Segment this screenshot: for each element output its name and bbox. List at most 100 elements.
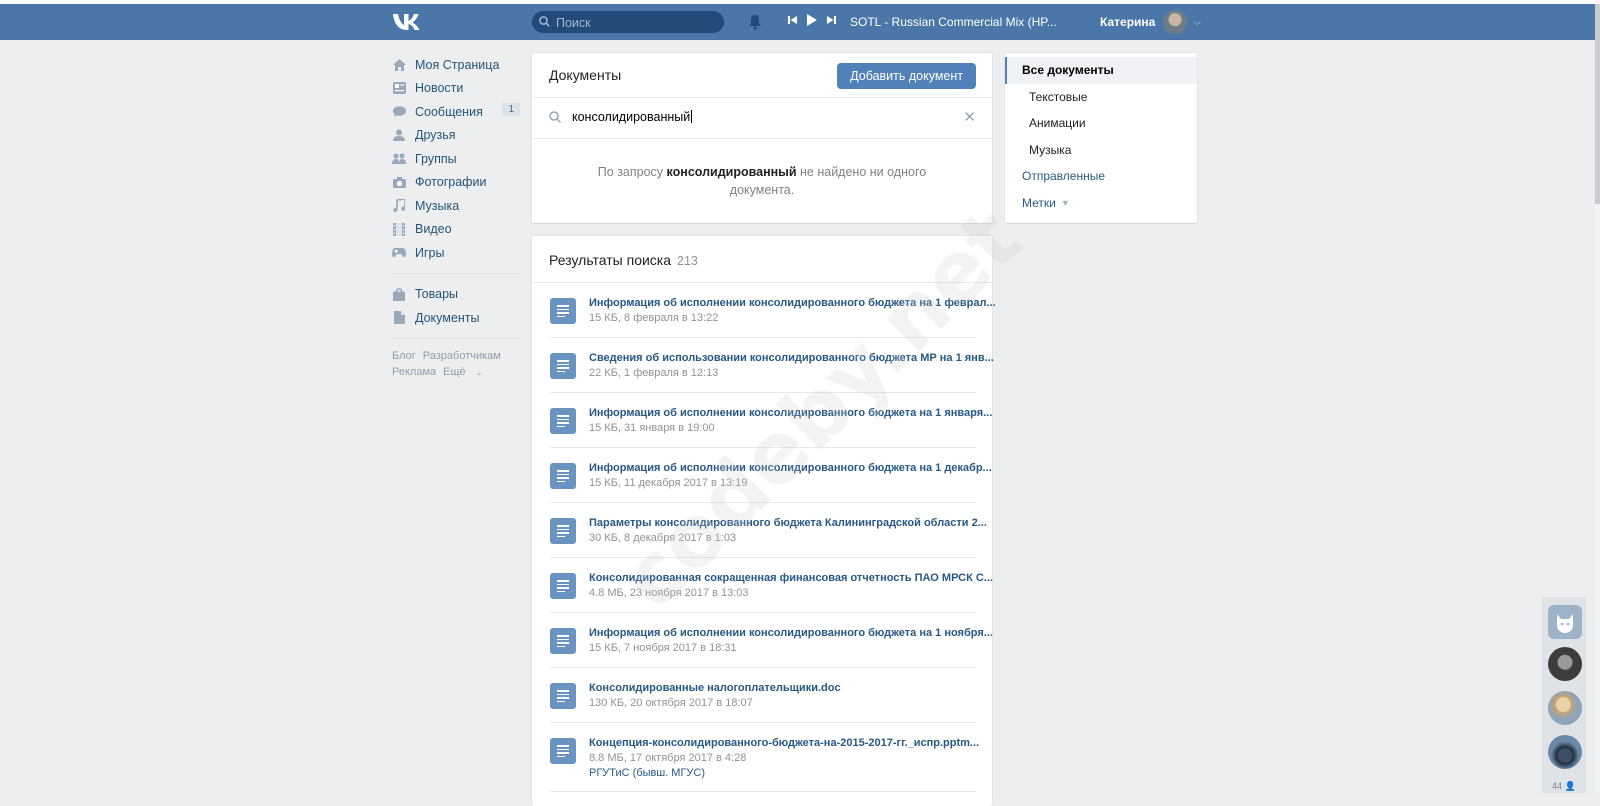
next-track-icon[interactable]	[827, 15, 836, 25]
document-row[interactable]: Информация об исполнении консолидированн…	[550, 448, 992, 503]
document-name[interactable]: Консолидированная сокращенная финансовая…	[589, 572, 993, 584]
document-name[interactable]: Информация об исполнении консолидированн…	[589, 407, 992, 419]
search-icon	[539, 16, 550, 27]
sidebar-item-music[interactable]: Музыка	[392, 194, 520, 218]
results-title-text: Результаты поиска	[549, 252, 672, 268]
filter-all-documents[interactable]: Все документы	[1005, 57, 1197, 84]
user-name: Катерина	[1100, 15, 1156, 29]
chevron-down-icon: ⌵	[1193, 16, 1201, 28]
document-file-icon	[550, 298, 576, 324]
sidebar-divider	[392, 337, 520, 339]
document-name[interactable]: Консолидированные налогоплательщики.doc	[589, 682, 841, 694]
home-icon	[392, 58, 406, 72]
document-file-icon	[550, 353, 576, 379]
no-results-query: консолидированный	[666, 165, 797, 179]
chevron-down-icon: ▼	[1060, 197, 1070, 208]
search-query-field[interactable]: консолидированный	[572, 110, 693, 124]
filter-music[interactable]: Музыка	[1005, 137, 1197, 164]
sidebar-item-label: Группы	[415, 151, 457, 166]
no-results-text: не найдено ни одного	[796, 165, 927, 179]
filter-sent[interactable]: Отправленные	[1005, 163, 1197, 190]
chat-contact-avatar[interactable]	[1548, 647, 1582, 681]
document-meta: 130 КБ, 20 октября 2017 в 18:07	[589, 697, 753, 709]
add-document-button[interactable]: Добавить документ	[837, 63, 976, 89]
friends-icon	[392, 128, 406, 142]
play-icon[interactable]	[807, 14, 817, 26]
sidebar-item-market[interactable]: Товары	[392, 283, 520, 307]
scrollbar-thumb[interactable]	[1595, 4, 1600, 204]
document-row[interactable]: Концепция-консолидированного-бюджета-на-…	[550, 723, 979, 792]
sidebar-item-documents[interactable]: Документы	[392, 306, 520, 330]
filter-tags-label: Метки	[1022, 195, 1056, 210]
top-header: SOTL - Russian Commercial Mix (HP... Кат…	[0, 4, 1595, 40]
groups-icon	[392, 152, 406, 166]
document-file-icon	[550, 573, 576, 599]
sidebar-item-my-page[interactable]: Моя Страница	[392, 53, 520, 77]
document-name[interactable]: Сведения об использовании консолидирован…	[589, 352, 994, 364]
close-icon[interactable]: ✕	[963, 108, 976, 126]
page-title: Документы	[549, 67, 622, 83]
sidebar-item-label: Музыка	[415, 198, 460, 213]
current-track-title[interactable]: SOTL - Russian Commercial Mix (HP...	[850, 15, 1057, 29]
search-input[interactable]	[554, 14, 718, 32]
sidebar-item-news[interactable]: Новости	[392, 77, 520, 101]
chat-contact-avatar[interactable]	[1548, 735, 1582, 769]
documents-header: Документы Добавить документ	[532, 53, 992, 98]
sidebar-item-label: Фотографии	[415, 175, 487, 190]
document-owner[interactable]: РГУТиС (бывш. МГУС)	[589, 767, 705, 779]
chat-contact-avatar[interactable]	[1548, 691, 1582, 725]
online-count[interactable]: 44 👤	[1552, 781, 1576, 792]
bag-icon	[392, 287, 406, 301]
chat-bot-avatar[interactable]	[1548, 605, 1582, 639]
user-menu[interactable]: Катерина ⌵	[1100, 10, 1201, 34]
document-row[interactable]: Информация об исполнении консолидированн…	[550, 283, 996, 338]
footer-link-developers[interactable]: Разработчикам	[423, 350, 501, 362]
sidebar-item-photos[interactable]: Фотографии	[392, 171, 520, 195]
sidebar-item-video[interactable]: Видео	[392, 218, 520, 242]
bell-icon[interactable]	[748, 14, 762, 30]
document-row[interactable]: Информация об исполнении консолидированн…	[550, 393, 992, 448]
sidebar-item-friends[interactable]: Друзья	[392, 124, 520, 148]
sidebar-item-games[interactable]: Игры	[392, 241, 520, 265]
document-meta: 4.8 МБ, 23 ноября 2017 в 13:03	[589, 587, 749, 599]
document-meta: 15 КБ, 31 января в 19:00	[589, 422, 715, 434]
document-row[interactable]: Сведения об использовании консолидирован…	[550, 338, 994, 393]
document-name[interactable]: Информация об исполнении консолидированн…	[589, 297, 996, 309]
filter-tags[interactable]: Метки ▼	[1005, 190, 1197, 217]
footer-link-blog[interactable]: Блог	[392, 350, 416, 362]
document-row[interactable]: Параметры консолидированного бюджета Кал…	[550, 503, 987, 558]
filter-text[interactable]: Текстовые	[1005, 84, 1197, 111]
document-row[interactable]: Консолидированная сокращенная финансовая…	[550, 558, 993, 613]
sidebar-item-groups[interactable]: Группы	[392, 147, 520, 171]
document-row[interactable]: Информация об исполнении консолидированн…	[550, 613, 993, 668]
search-results-panel: Результаты поиска 213 Информация об испол…	[532, 236, 996, 806]
sidebar-footer: Блог Разработчикам Реклама Ещё ⌄	[392, 348, 520, 381]
sidebar-item-label: Сообщения	[415, 104, 483, 119]
previous-track-icon[interactable]	[788, 15, 797, 25]
unread-badge: 1	[502, 103, 520, 116]
vk-logo-icon[interactable]	[392, 11, 424, 33]
header-search[interactable]	[532, 11, 724, 33]
document-file-icon	[550, 683, 576, 709]
document-name[interactable]: Параметры консолидированного бюджета Кал…	[589, 517, 987, 529]
document-name[interactable]: Информация об исполнении консолидированн…	[589, 462, 992, 474]
video-icon	[392, 222, 406, 236]
document-file-icon	[550, 408, 576, 434]
messages-icon	[392, 105, 406, 119]
document-file-icon	[550, 738, 576, 764]
no-results-text: документа.	[729, 183, 795, 197]
document-meta: 22 КБ, 1 февраля в 12:13	[589, 367, 719, 379]
page-scrollbar[interactable]	[1595, 0, 1600, 793]
document-file-icon	[550, 463, 576, 489]
results-header: Результаты поиска 213	[532, 236, 992, 283]
document-row[interactable]: Консолидированные налогоплательщики.doc 1…	[550, 668, 976, 723]
footer-link-more[interactable]: Ещё ⌄	[443, 366, 482, 378]
document-name[interactable]: Информация об исполнении консолидированн…	[589, 627, 993, 639]
document-search[interactable]: консолидированный ✕	[532, 98, 992, 139]
filter-animations[interactable]: Анимации	[1005, 110, 1197, 137]
audio-player	[788, 14, 836, 26]
footer-link-ads[interactable]: Реклама	[392, 366, 436, 378]
document-name[interactable]: Концепция-консолидированного-бюджета-на-…	[589, 737, 979, 749]
sidebar-item-messages[interactable]: Сообщения 1	[392, 100, 520, 124]
document-meta: 15 КБ, 7 ноября 2017 в 18:31	[589, 642, 737, 654]
